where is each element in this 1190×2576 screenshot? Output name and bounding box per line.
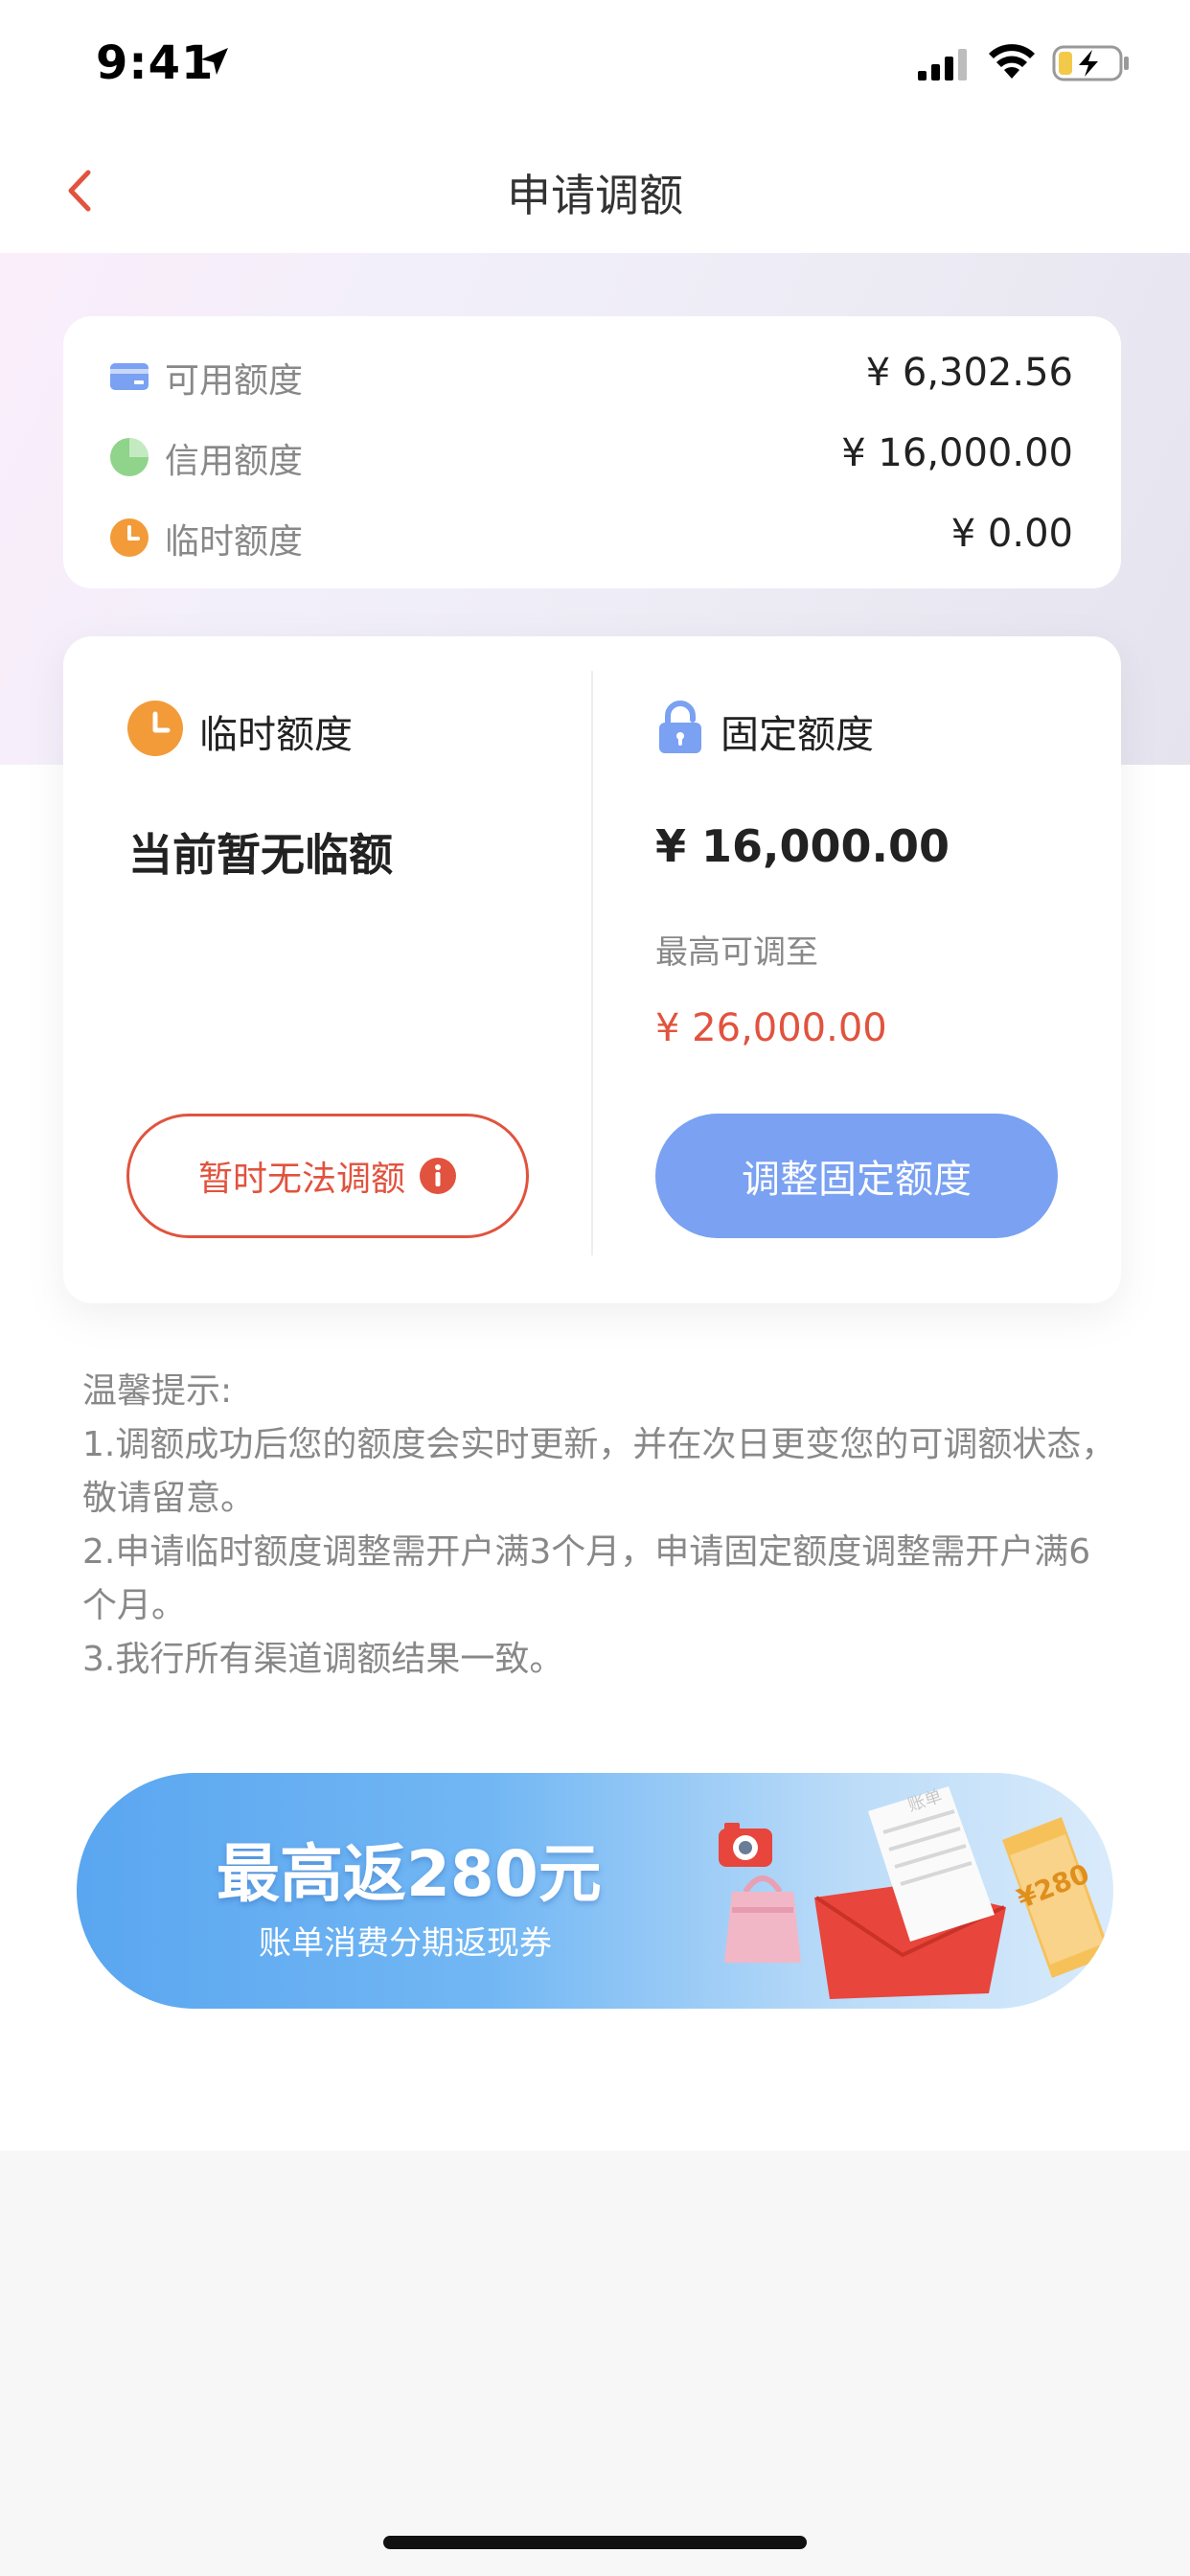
temporary-credit-title: 临时额度 — [199, 713, 353, 757]
credit-limit-value: ¥ 16,000.00 — [841, 431, 1073, 475]
max-adjustable-value: ¥ 26,000.00 — [655, 1006, 887, 1050]
credit-limit-label: 信用额度 — [165, 442, 304, 481]
banner-title: 最高返280元 — [217, 1837, 602, 1911]
apply-credit-adjust-page: 9:41 申请调额 可用额度 ¥ 6,302.56 信用额度 ¥ 16,000.… — [0, 0, 1190, 2576]
available-credit-label: 可用额度 — [165, 361, 304, 401]
temporary-credit-label: 临时额度 — [165, 522, 304, 562]
tips-item: 3.我行所有渠道调额结果一致。 — [82, 1640, 564, 1679]
lock-icon — [659, 701, 701, 753]
cashback-promo-banner[interactable]: 最高返280元 账单消费分期返现券 账单 ¥280 — [77, 1773, 1113, 2009]
tips-item: 1.调额成功后您的额度会实时更新，并在次日更变您的可调额状态，敬请留意。 — [82, 1425, 1116, 1518]
credit-adjust-card: 临时额度 当前暂无临额 固定额度 ¥ 16,000.00 最高可调至 ¥ 26,… — [63, 636, 1121, 1303]
fixed-credit-amount: ¥ 16,000.00 — [655, 820, 950, 872]
coupon-icon: ¥280 — [1002, 1817, 1111, 1978]
status-bar: 9:41 — [0, 0, 1190, 125]
cannot-adjust-button[interactable]: 暂时无法调额 — [126, 1114, 529, 1238]
card-icon — [110, 363, 149, 390]
pie-icon — [110, 438, 149, 476]
column-divider — [591, 671, 593, 1255]
page-title: 申请调额 — [507, 170, 683, 221]
temporary-credit-value: ¥ 0.00 — [950, 512, 1073, 556]
tips-section: 温馨提示: 1.调额成功后您的额度会实时更新，并在次日更变您的可调额状态，敬请留… — [82, 1365, 1117, 1687]
home-indicator[interactable] — [383, 2536, 807, 2549]
cellular-signal-icon — [918, 49, 967, 80]
clock-icon — [110, 518, 149, 557]
tips-heading: 温馨提示: — [82, 1371, 233, 1411]
handbag-icon — [724, 1875, 801, 1963]
tips-item: 2.申请临时额度调整需开户满3个月，申请固定额度调整需开户满6个月。 — [82, 1532, 1091, 1625]
wifi-icon — [989, 44, 1035, 79]
cannot-adjust-button-label: 暂时无法调额 — [197, 1160, 405, 1199]
no-temporary-credit-status: 当前暂无临额 — [128, 829, 393, 881]
info-icon[interactable] — [419, 1157, 457, 1195]
camera-icon — [719, 1823, 772, 1867]
adjust-fixed-credit-button[interactable]: 调整固定额度 — [655, 1114, 1058, 1238]
nav-bar: 申请调额 — [0, 125, 1190, 253]
battery-charging-icon — [1052, 45, 1129, 81]
status-time: 9:41 — [96, 36, 215, 90]
location-arrow-icon — [201, 48, 228, 75]
bottom-background — [0, 2150, 1190, 2576]
clock-icon — [127, 701, 183, 756]
available-credit-value: ¥ 6,302.56 — [865, 351, 1073, 395]
max-adjustable-label: 最高可调至 — [655, 933, 818, 972]
banner-illustration: 账单 ¥280 — [719, 1786, 1111, 1999]
temporary-credit-row: 临时额度 ¥ 0.00 — [109, 506, 1073, 564]
banner-subtitle: 账单消费分期返现券 — [259, 1924, 552, 1963]
credit-summary-card: 可用额度 ¥ 6,302.56 信用额度 ¥ 16,000.00 临时额度 ¥ … — [63, 316, 1121, 588]
available-credit-row: 可用额度 ¥ 6,302.56 — [109, 345, 1073, 402]
fixed-credit-title: 固定额度 — [721, 713, 874, 757]
credit-limit-row: 信用额度 ¥ 16,000.00 — [109, 426, 1073, 483]
